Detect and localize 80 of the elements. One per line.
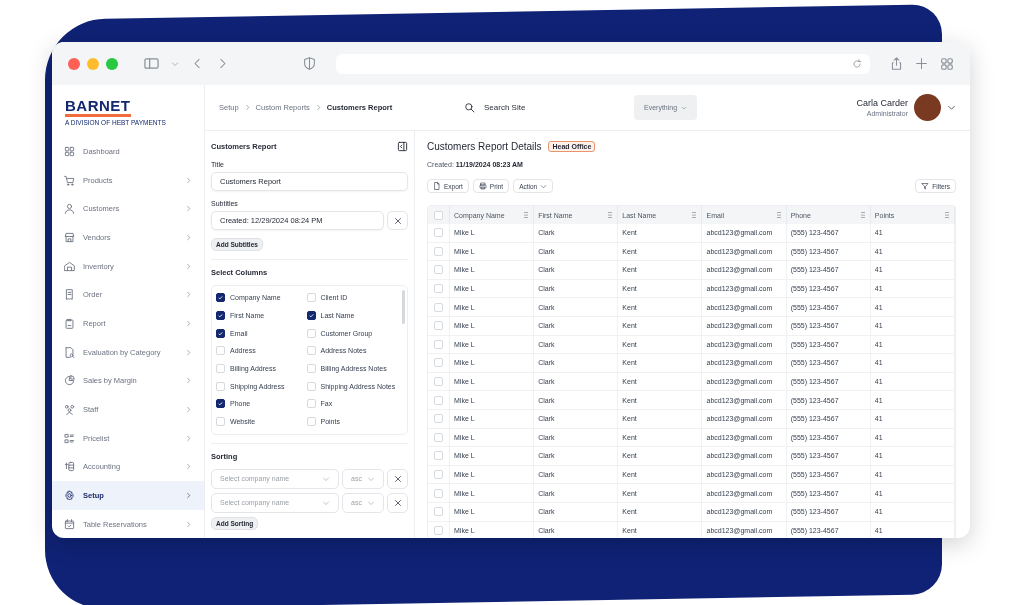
close-icon [392, 215, 403, 226]
remove-button[interactable] [387, 211, 408, 230]
printer-icon [478, 182, 487, 190]
scrollbar[interactable] [402, 290, 405, 324]
user-name: Carla Carder [856, 98, 908, 108]
drag-handle-icon [943, 211, 951, 219]
pie-chart-icon [64, 375, 75, 387]
search-icon [464, 102, 475, 113]
remove-button[interactable] [387, 492, 408, 513]
checkbox[interactable] [216, 293, 225, 303]
caret-icon [171, 59, 179, 68]
chevron-right-icon [185, 176, 192, 184]
chevron-right-icon [185, 463, 192, 471]
close-icon [392, 497, 403, 508]
chevron-right-icon [185, 348, 192, 356]
avatar[interactable] [914, 94, 941, 121]
check-icon [217, 400, 224, 408]
checkbox[interactable] [216, 311, 225, 321]
receipt-icon [64, 289, 75, 301]
chevron-right-icon [185, 434, 192, 442]
chevron-right-icon [185, 377, 192, 385]
chevron-right-icon [185, 492, 192, 500]
filter-icon [921, 182, 930, 190]
caret-icon [947, 103, 956, 112]
chevron-right-icon [185, 406, 192, 414]
calendar-icon [64, 518, 75, 530]
close-window-button[interactable] [68, 57, 80, 70]
check-icon [307, 312, 315, 320]
check-icon [217, 294, 224, 302]
coins-icon [64, 461, 75, 473]
sidebar-toggle-icon [144, 56, 159, 71]
chevron-right-icon [185, 520, 192, 528]
plus-icon [915, 57, 928, 70]
collapse-panel-icon [397, 141, 408, 152]
grid-icon [64, 145, 75, 157]
checkbox[interactable] [306, 311, 316, 321]
search-field[interactable]: Search Site [482, 102, 606, 113]
clipboard-icon [64, 317, 75, 329]
shield-icon [303, 57, 316, 70]
caret-icon [540, 182, 548, 190]
caret-icon [367, 498, 375, 507]
chevron-right-icon [243, 104, 251, 111]
share-icon [890, 57, 903, 70]
warehouse-icon [64, 260, 75, 272]
document-search-icon [64, 346, 75, 358]
drag-handle-icon [522, 211, 531, 219]
caret-icon [322, 474, 330, 483]
caret-icon [367, 474, 375, 483]
chevron-right-icon [185, 262, 192, 270]
chevron-right-icon [314, 104, 322, 111]
caret-icon [681, 104, 688, 111]
chevron-right-icon [185, 319, 192, 327]
cart-icon [64, 174, 75, 186]
tabs-grid-icon [940, 56, 954, 71]
reload-icon [852, 58, 862, 69]
address-bar[interactable] [336, 53, 870, 74]
store-icon [64, 231, 75, 243]
price-list-icon [64, 432, 75, 444]
chevron-right-icon [185, 233, 192, 241]
close-icon [392, 473, 403, 484]
team-icon [64, 404, 75, 416]
check-icon [217, 312, 224, 320]
chevron-right-icon [185, 291, 192, 299]
report-title: Customers Report Details [427, 141, 542, 152]
document-icon [433, 182, 441, 190]
settings-icon [64, 490, 75, 502]
chevron-right-icon [185, 205, 192, 213]
caret-icon [322, 498, 330, 507]
checkbox[interactable] [216, 399, 225, 409]
maximize-window-button[interactable] [106, 57, 118, 70]
drag-handle-icon [858, 211, 867, 219]
drag-handle-icon [690, 211, 699, 219]
drag-handle-icon [774, 211, 783, 219]
remove-button[interactable] [387, 468, 408, 489]
checkbox[interactable] [216, 328, 225, 338]
check-icon [217, 329, 224, 337]
person-icon [64, 203, 75, 215]
drag-handle-icon [606, 211, 615, 219]
minimize-window-button[interactable] [87, 57, 99, 70]
brand-logo: BARNET [65, 98, 131, 117]
